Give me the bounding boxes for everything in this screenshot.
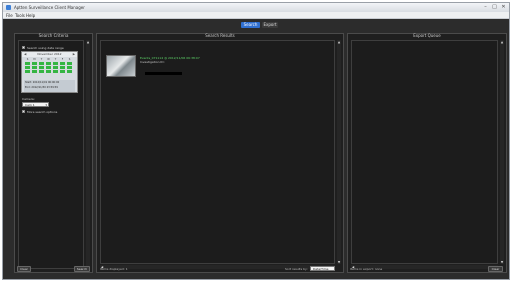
search-button[interactable]: Search [74, 266, 90, 272]
export-status: Items in export: none [350, 267, 383, 271]
day-name: F [61, 58, 64, 61]
day-cell[interactable] [67, 70, 72, 73]
scroll-down-icon[interactable]: ▼ [500, 260, 504, 264]
clear-export-button[interactable]: Clear [488, 266, 503, 272]
day-cell[interactable] [60, 62, 65, 65]
day-cell[interactable] [46, 66, 51, 69]
sort-label: Sort results by: [285, 267, 308, 271]
day-cell[interactable] [25, 62, 30, 65]
calendar-days: S M T W T F S [24, 58, 75, 76]
clear-criteria-button[interactable]: Clear [17, 266, 31, 272]
search-results-panel: Search Results Events_071114 @ 2012/11/0… [96, 33, 344, 273]
results-vscrollbar[interactable]: ▲ ▼ [337, 40, 341, 264]
tab-search[interactable]: Search [241, 22, 260, 28]
scroll-down-icon[interactable]: ▼ [337, 260, 341, 264]
day-cell[interactable] [39, 66, 44, 69]
sort-select-value: Date/Time [313, 267, 329, 271]
scroll-up-icon[interactable]: ▲ [500, 40, 504, 44]
maximize-button[interactable]: □ [490, 4, 499, 11]
day-cell[interactable] [32, 62, 37, 65]
day-cell[interactable] [60, 66, 65, 69]
list-item[interactable]: Events_071114 @ 2012/11/06 06:38:07 Inve… [106, 55, 226, 81]
more-options-checkbox[interactable] [22, 110, 25, 113]
panel-title: Export Queue [413, 33, 441, 38]
calendar-header: ◀ November 2012 ▶ [22, 52, 77, 57]
menu-tools[interactable]: Tools [15, 13, 25, 18]
date-calendar[interactable]: ◀ November 2012 ▶ S M T W T F S Start: 2… [21, 51, 78, 93]
chevron-down-icon: ▾ [45, 103, 47, 107]
day-cell[interactable] [46, 70, 51, 73]
camera-select-value: Cam 1 [25, 103, 35, 107]
day-cell[interactable] [67, 66, 72, 69]
more-options-label: More search options [27, 110, 58, 114]
day-cell[interactable] [32, 70, 37, 73]
tab-export[interactable]: Export [262, 22, 278, 28]
day-cell[interactable] [67, 62, 72, 65]
date-range-rows: Start: 2012/11/01 00:00:00 End: 2012/11/… [24, 80, 75, 92]
export-vscrollbar[interactable]: ▲ ▼ [500, 40, 504, 264]
day-name: M [33, 58, 36, 61]
day-name: T [40, 58, 43, 61]
day-cell[interactable] [25, 70, 30, 73]
day-column: T [53, 58, 58, 76]
criteria-content: Search using date range ◀ November 2012 … [18, 40, 84, 269]
start-date-row[interactable]: Start: 2012/11/01 00:00:00 [24, 81, 76, 85]
camera-label: Camera: [22, 97, 35, 101]
day-column: S [67, 58, 72, 76]
day-column: S [25, 58, 30, 76]
date-range-label: Search using date range [27, 46, 64, 50]
criteria-scrollbar[interactable]: ▲ ▼ [86, 40, 90, 269]
day-column: W [46, 58, 51, 76]
day-cell[interactable] [53, 66, 58, 69]
app-window: Aptten Surveillance Client Manager – □ ✕… [2, 2, 510, 280]
items-displayed-status: Items displayed: 1 [100, 267, 128, 271]
end-date-row[interactable]: End: 2012/11/30 23:59:59 [24, 86, 76, 90]
day-cell[interactable] [46, 62, 51, 65]
export-list [351, 40, 498, 264]
results-list: Events_071114 @ 2012/11/06 06:38:07 Inve… [100, 40, 335, 264]
day-cell[interactable] [32, 66, 37, 69]
menu-file[interactable]: File [6, 13, 13, 18]
export-queue-panel: Export Queue ▲ ▼ ◀ ▶ [347, 33, 507, 273]
result-thumbnail[interactable] [106, 55, 136, 77]
day-column: F [60, 58, 65, 76]
date-range-checkbox[interactable] [22, 46, 25, 49]
scroll-up-icon[interactable]: ▲ [337, 40, 341, 44]
panel-title: Search Results [205, 33, 235, 38]
prev-month-icon[interactable]: ◀ [24, 52, 26, 57]
redacted-bar [145, 72, 182, 75]
menu-help[interactable]: Help [26, 13, 35, 18]
close-button[interactable]: ✕ [499, 4, 508, 11]
day-cell[interactable] [25, 66, 30, 69]
day-cell[interactable] [60, 70, 65, 73]
window-title: Aptten Surveillance Client Manager [14, 5, 85, 10]
next-month-icon[interactable]: ▶ [73, 52, 75, 57]
menu-bar: File Tools Help [3, 12, 509, 19]
minimize-button[interactable]: – [481, 4, 490, 11]
day-name: T [54, 58, 57, 61]
day-cell[interactable] [39, 62, 44, 65]
panel-title: Search Criteria [38, 33, 69, 38]
day-cell[interactable] [53, 62, 58, 65]
day-cell[interactable] [53, 70, 58, 73]
app-body: Search Export Search Criteria Search usi… [3, 19, 509, 279]
sort-select[interactable]: Date/Time [310, 266, 335, 271]
scroll-up-icon[interactable]: ▲ [86, 40, 90, 44]
day-name: S [26, 58, 29, 61]
day-column: T [39, 58, 44, 76]
camera-select[interactable]: Cam 1 ▾ [22, 102, 49, 107]
day-name: W [47, 58, 50, 61]
day-column: M [32, 58, 37, 76]
result-subtitle: Investigation ID: [140, 60, 165, 64]
day-cell[interactable] [39, 70, 44, 73]
day-name: S [68, 58, 71, 61]
calendar-month-label: November 2012 [37, 52, 62, 56]
search-criteria-panel: Search Criteria Search using date range … [14, 33, 93, 273]
app-icon [6, 5, 11, 10]
title-bar: Aptten Surveillance Client Manager – □ ✕ [3, 3, 509, 12]
